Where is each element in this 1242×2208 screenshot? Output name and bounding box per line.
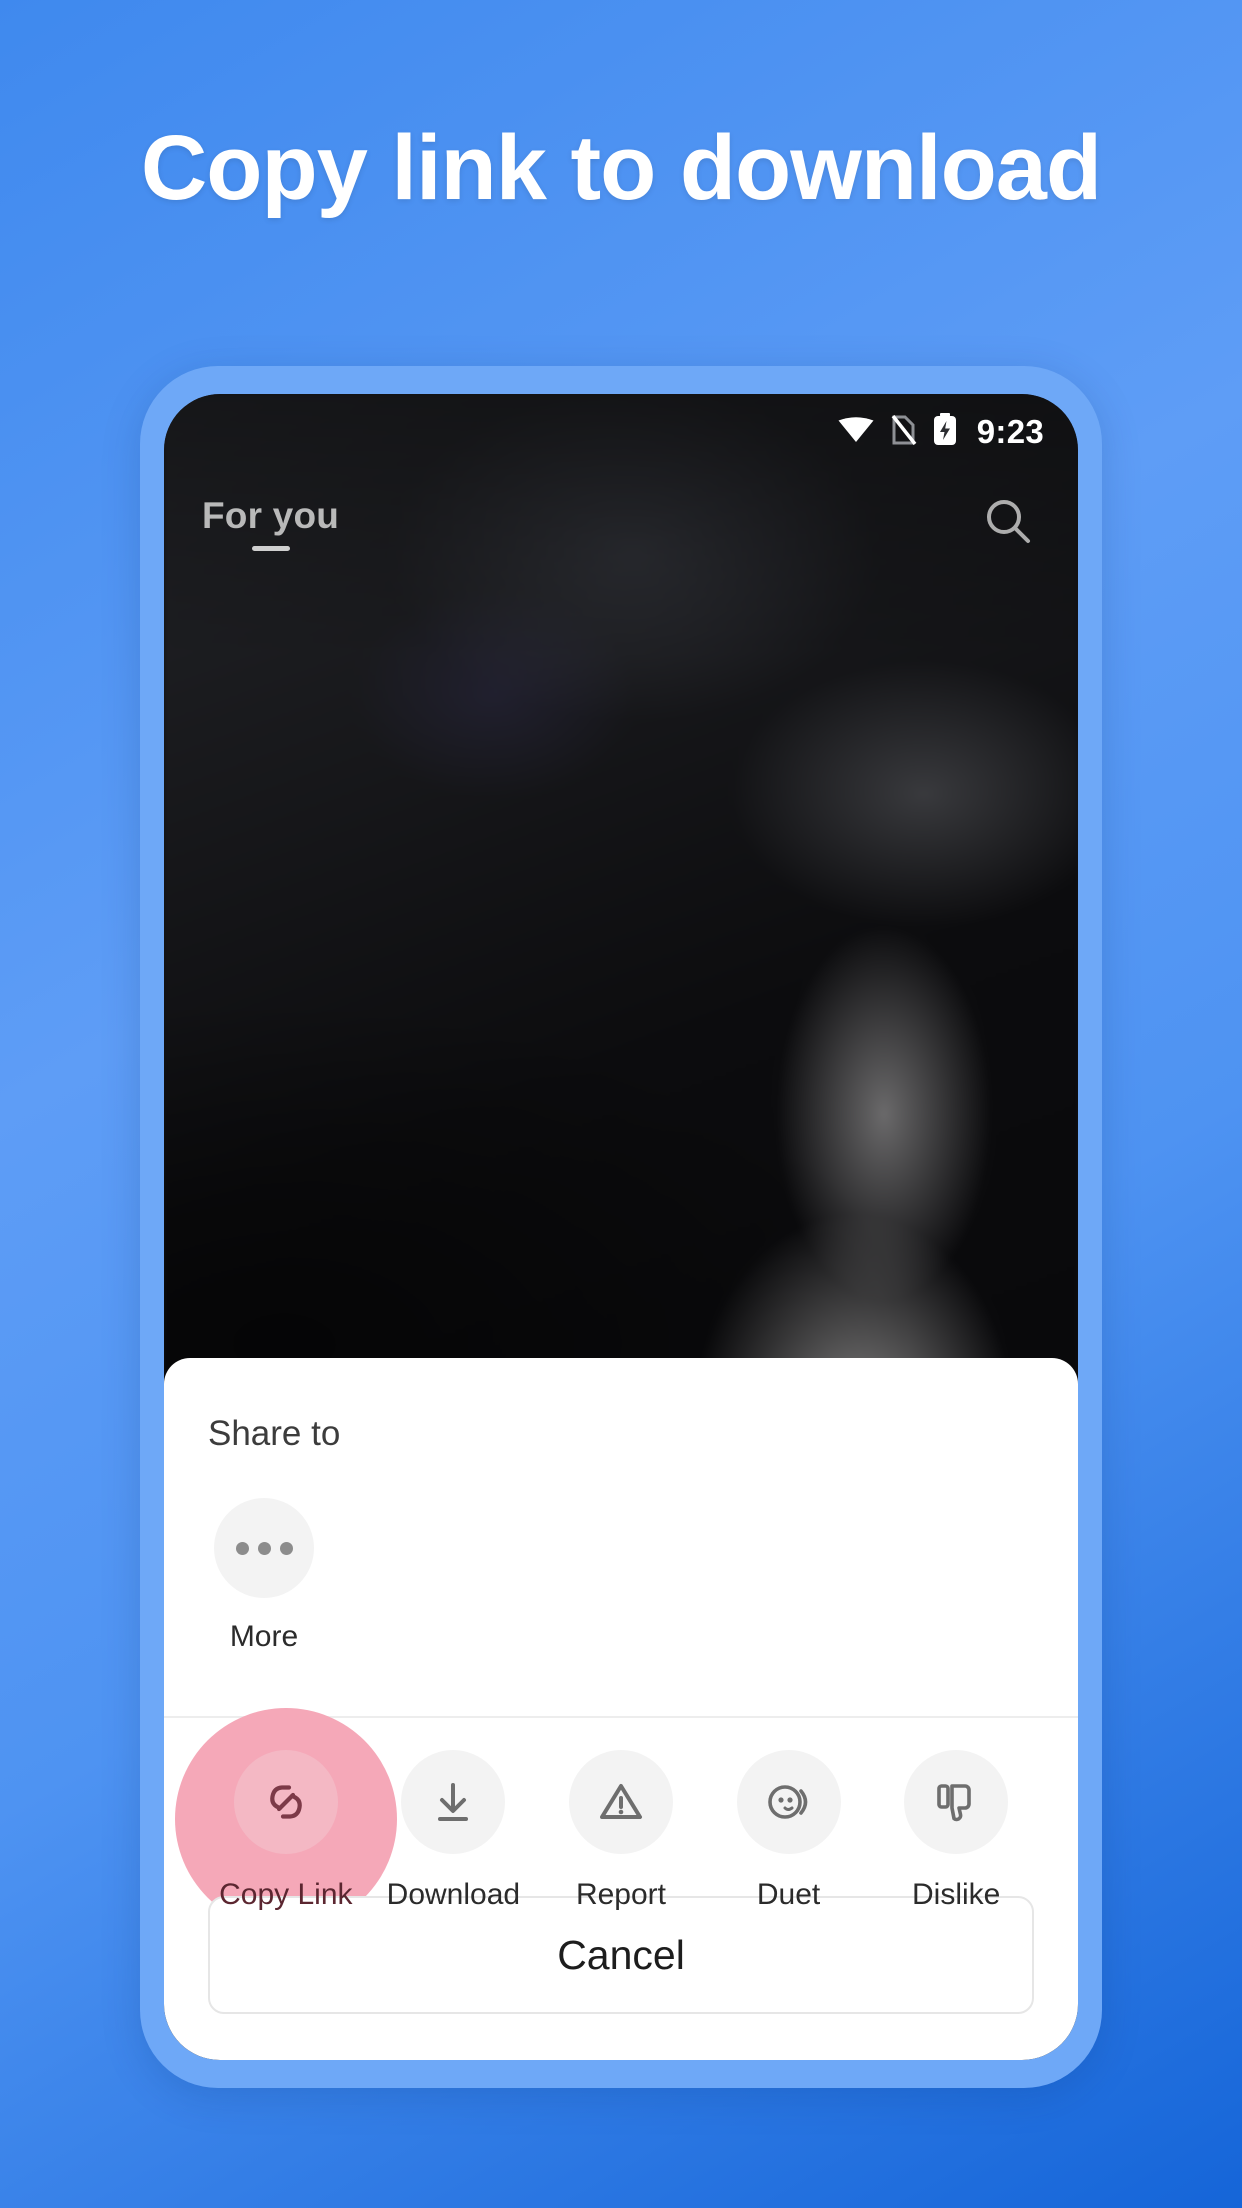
phone-screen: 9:23 For you Share to More Copy Link Dow… (164, 394, 1078, 2060)
status-bar-clock: 9:23 (976, 413, 1044, 450)
search-icon[interactable] (982, 495, 1034, 552)
action-label: Download (386, 1878, 521, 1911)
share-sheet: Share to More Copy Link Download Report … (164, 1358, 1078, 2060)
phone-mockup-frame: 9:23 For you Share to More Copy Link Dow… (140, 366, 1102, 2088)
tab-for-you[interactable]: For you (202, 495, 339, 551)
action-label: Duet (756, 1878, 821, 1911)
link-icon (233, 1750, 338, 1854)
action-label: Report (575, 1878, 666, 1911)
share-actions-row: Copy Link Download Report Duet Dislike (164, 1708, 1078, 1930)
action-report[interactable]: Report (537, 1750, 705, 1912)
action-duet[interactable]: Duet (705, 1750, 873, 1912)
share-targets-row: More (164, 1454, 1078, 1654)
action-label: Copy Link (219, 1878, 353, 1911)
share-target-label: More (229, 1620, 299, 1653)
tab-active-indicator (251, 546, 290, 551)
share-sheet-title: Share to (208, 1414, 341, 1453)
download-icon (401, 1750, 506, 1854)
action-copy-link[interactable]: Copy Link (174, 1708, 397, 1930)
thumbs-down-icon (904, 1750, 1009, 1854)
wifi-icon (838, 416, 874, 448)
battery-charging-icon (933, 413, 957, 451)
action-label: Dislike (911, 1878, 1001, 1911)
action-download[interactable]: Download (370, 1750, 538, 1912)
page-title: Copy link to download (140, 117, 1102, 219)
duet-face-icon (736, 1750, 841, 1854)
dot-3 (279, 1541, 293, 1555)
status-bar: 9:23 (164, 394, 1078, 470)
feed-top-nav: For you (164, 478, 1078, 568)
no-sim-icon (890, 414, 917, 450)
tab-for-you-label: For you (202, 495, 340, 536)
action-dislike[interactable]: Dislike (872, 1750, 1040, 1912)
warning-triangle-icon (568, 1750, 673, 1854)
cancel-button[interactable]: Cancel (208, 1896, 1034, 2014)
dot-1 (235, 1541, 249, 1555)
dot-2 (257, 1541, 271, 1555)
share-target-more[interactable]: More (208, 1498, 320, 1654)
more-dots-icon (214, 1498, 314, 1598)
